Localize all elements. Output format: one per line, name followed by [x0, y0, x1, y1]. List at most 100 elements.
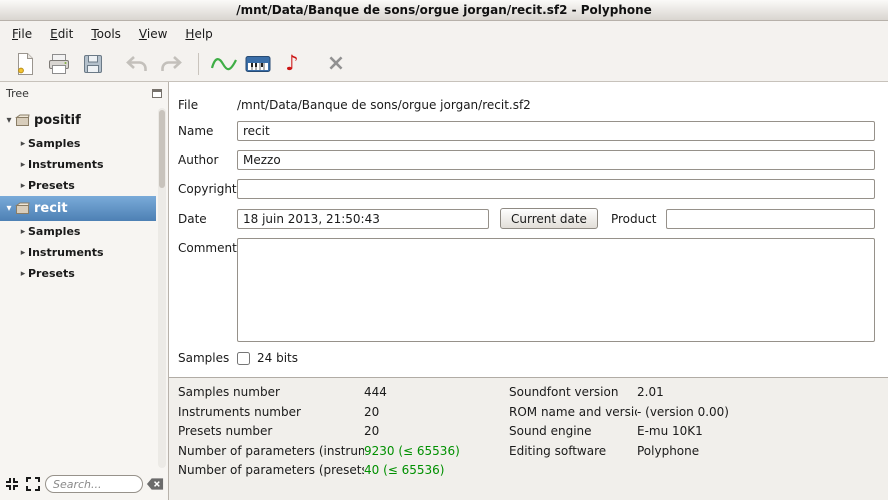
- summary-label: Number of parameters (presets): [178, 463, 364, 477]
- redo-button[interactable]: [156, 50, 186, 78]
- collapsed-arrow-icon[interactable]: ▸: [14, 139, 28, 149]
- redo-icon: [161, 55, 182, 71]
- collapsed-arrow-icon[interactable]: ▸: [14, 269, 28, 279]
- summary-grid: Samples number 444 Soundfont version 2.0…: [178, 383, 888, 481]
- current-date-button[interactable]: Current date: [500, 208, 598, 229]
- tree-panel: Tree ▾ positif ▸ Samples ▸ Instruments ▸…: [0, 82, 169, 500]
- product-label: Product: [610, 211, 657, 226]
- name-input[interactable]: [237, 121, 875, 141]
- collapsed-arrow-icon[interactable]: ▸: [14, 160, 28, 170]
- menu-view[interactable]: View: [130, 24, 176, 44]
- tree-item-label: Samples: [28, 137, 81, 150]
- menu-edit[interactable]: Edit: [41, 24, 82, 44]
- print-icon: [49, 53, 69, 74]
- file-path-value: /mnt/Data/Banque de sons/orgue jorgan/re…: [237, 98, 531, 112]
- new-file-button[interactable]: [10, 50, 40, 78]
- new-file-icon: [18, 52, 33, 75]
- tree-item-label: Samples: [28, 225, 81, 238]
- toolbar-separator: [198, 52, 199, 75]
- name-row: Name: [178, 121, 875, 141]
- collapsed-arrow-icon[interactable]: ▸: [14, 227, 28, 237]
- scrollbar-thumb[interactable]: [159, 110, 165, 188]
- summary-panel: Samples number 444 Soundfont version 2.0…: [169, 377, 888, 500]
- summary-label: Sound engine: [509, 424, 592, 438]
- collapse-all-icon: [6, 478, 18, 490]
- samples-bits-row: Samples 24 bits: [178, 351, 875, 365]
- 24bits-checkbox[interactable]: [237, 351, 250, 365]
- date-input[interactable]: [237, 208, 489, 229]
- summary-empty-cell: [509, 461, 637, 481]
- tree-scrollbar[interactable]: [158, 108, 166, 468]
- copyright-label: Copyright: [178, 182, 237, 196]
- menu-file[interactable]: File: [3, 24, 41, 44]
- float-panel-button[interactable]: [152, 88, 162, 98]
- sine-wave-button[interactable]: [209, 50, 239, 78]
- content-area: Tree ▾ positif ▸ Samples ▸ Instruments ▸…: [0, 82, 888, 500]
- window-title: /mnt/Data/Banque de sons/orgue jorgan/re…: [236, 3, 652, 17]
- collapsed-arrow-icon[interactable]: ▸: [14, 248, 28, 258]
- copyright-input[interactable]: [237, 179, 875, 199]
- virtual-keyboard-button[interactable]: [243, 50, 273, 78]
- file-row: File /mnt/Data/Banque de sons/orgue jorg…: [178, 98, 875, 112]
- product-input[interactable]: [665, 208, 875, 229]
- tree-item-label: Presets: [28, 267, 75, 280]
- undo-button[interactable]: [122, 50, 152, 78]
- tree-item-instruments[interactable]: ▸ Instruments: [0, 154, 156, 175]
- summary-value: - (version 0.00): [637, 404, 729, 419]
- close-icon: ×: [326, 50, 346, 76]
- author-row: Author: [178, 150, 875, 170]
- copyright-row: Copyright: [178, 179, 875, 199]
- author-input[interactable]: [237, 150, 875, 170]
- summary-label: ROM name and version: [509, 404, 637, 419]
- menu-help[interactable]: Help: [176, 24, 221, 44]
- expanded-arrow-icon[interactable]: ▾: [0, 115, 14, 126]
- date-label: Date: [178, 211, 207, 226]
- samples-label: Samples: [178, 351, 230, 365]
- summary-value-ok: 40 (≤ 65536): [364, 463, 445, 477]
- tree-item-label: Instruments: [28, 246, 104, 259]
- tree-panel-title: Tree: [6, 86, 29, 100]
- clear-search-icon: [146, 478, 164, 490]
- collapsed-arrow-icon[interactable]: ▸: [14, 181, 28, 191]
- sine-wave-icon: [211, 57, 237, 70]
- tree-item-presets[interactable]: ▸ Presets: [0, 175, 156, 196]
- tree-item-instruments[interactable]: ▸ Instruments: [0, 242, 156, 263]
- summary-value: E-mu 10K1: [637, 424, 703, 438]
- author-label: Author: [178, 153, 219, 167]
- tree-footer: [0, 473, 168, 500]
- print-button[interactable]: [44, 50, 74, 78]
- soundfont-icon: [15, 202, 30, 215]
- expanded-arrow-icon[interactable]: ▾: [0, 203, 14, 214]
- tree-item-recit[interactable]: ▾ recit: [0, 196, 156, 221]
- summary-label: Editing software: [509, 443, 607, 458]
- search-input[interactable]: [45, 475, 143, 493]
- summary-value: Polyphone: [637, 443, 700, 458]
- tree-item-samples[interactable]: ▸ Samples: [0, 133, 156, 154]
- tree: ▾ positif ▸ Samples ▸ Instruments ▸ Pres…: [0, 102, 168, 473]
- tree-item-presets[interactable]: ▸ Presets: [0, 263, 156, 284]
- tree-item-samples[interactable]: ▸ Samples: [0, 221, 156, 242]
- close-file-button[interactable]: ×: [321, 50, 351, 78]
- title-bar[interactable]: /mnt/Data/Banque de sons/orgue jorgan/re…: [0, 0, 888, 21]
- save-button[interactable]: [78, 50, 108, 78]
- tree-item-label: Instruments: [28, 158, 104, 171]
- recorder-button[interactable]: ♪: [277, 50, 307, 78]
- comments-textarea[interactable]: [237, 238, 875, 342]
- summary-value: 2.01: [637, 385, 664, 399]
- music-note-icon: ♪: [285, 51, 299, 75]
- toolbar: ♪ ×: [0, 46, 888, 82]
- collapse-all-button[interactable]: [3, 475, 21, 493]
- tree-item-label: Presets: [28, 179, 75, 192]
- expand-all-button[interactable]: [24, 475, 42, 493]
- summary-value-ok: 9230 (≤ 65536): [364, 443, 460, 458]
- clear-search-button[interactable]: [146, 475, 164, 493]
- summary-value: 444: [364, 385, 387, 399]
- menu-tools[interactable]: Tools: [82, 24, 130, 44]
- expand-all-icon: [26, 477, 40, 491]
- summary-value: 20: [364, 404, 380, 419]
- summary-label: Number of parameters (instruments): [178, 443, 364, 458]
- tree-item-positif[interactable]: ▾ positif: [0, 108, 156, 133]
- soundfont-info-panel: File /mnt/Data/Banque de sons/orgue jorg…: [169, 82, 888, 500]
- tree-panel-header: Tree: [0, 82, 168, 102]
- tree-item-label: recit: [34, 201, 68, 216]
